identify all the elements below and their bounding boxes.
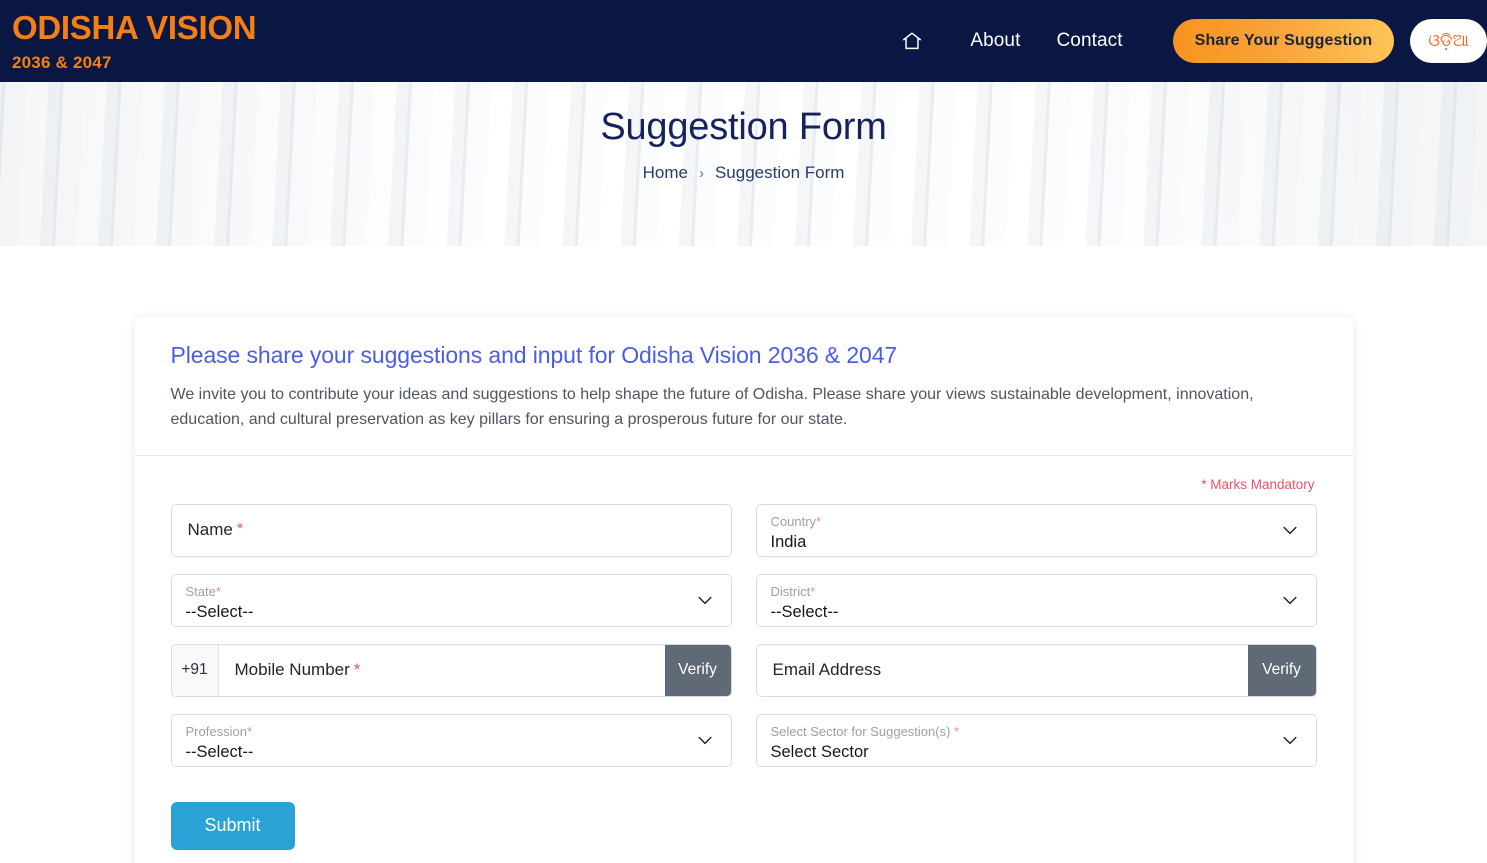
form-row-3: +91 Mobile Number * Verify Email Address… xyxy=(170,643,1317,697)
breadcrumb: Home › Suggestion Form xyxy=(0,163,1487,183)
brand-title: ODISHA VISION xyxy=(12,8,257,46)
profession-required-mark: * xyxy=(246,723,252,739)
suggestion-form: * Marks Mandatory Name * Country* India xyxy=(135,456,1353,767)
mobile-verify-button[interactable]: Verify xyxy=(664,644,731,696)
name-input[interactable]: Name * xyxy=(170,503,732,557)
email-verify-button[interactable]: Verify xyxy=(1247,644,1316,696)
nav-link-about[interactable]: About xyxy=(952,30,1038,52)
email-address-input[interactable]: Email Address xyxy=(757,645,1248,696)
district-label: District* xyxy=(770,583,816,599)
name-placeholder: Name xyxy=(187,520,233,540)
page-body: Please share your suggestions and input … xyxy=(0,246,1487,863)
language-toggle-button[interactable]: ଓଡ଼ିଆ xyxy=(1410,19,1487,63)
mobile-placeholder: Mobile Number xyxy=(234,660,350,680)
suggestion-form-card: Please share your suggestions and input … xyxy=(134,317,1353,863)
district-value: --Select-- xyxy=(770,602,839,621)
form-row-2: State* --Select-- District* --Select-- xyxy=(170,573,1317,627)
profession-select[interactable]: Profession* --Select-- xyxy=(170,713,732,767)
country-value: India xyxy=(770,532,807,551)
email-placeholder: Email Address xyxy=(772,660,882,680)
mobile-field-wrapper: +91 Mobile Number * Verify xyxy=(170,643,732,697)
hero-banner: Suggestion Form Home › Suggestion Form xyxy=(0,82,1487,246)
submit-row: Submit xyxy=(135,784,1353,863)
breadcrumb-home-link[interactable]: Home xyxy=(643,163,688,183)
state-label: State* xyxy=(185,583,221,599)
email-field-wrapper: Email Address Verify xyxy=(755,643,1317,697)
card-description: We invite you to contribute your ideas a… xyxy=(170,386,1254,429)
sector-required-mark: * xyxy=(954,723,960,739)
submit-button[interactable]: Submit xyxy=(170,801,295,850)
country-field-wrapper: Country* India xyxy=(755,503,1317,557)
sector-field-wrapper: Select Sector for Suggestion(s) * Select… xyxy=(755,713,1317,767)
country-label: Country* xyxy=(770,513,822,529)
district-select[interactable]: District* --Select-- xyxy=(755,573,1317,627)
district-required-mark: * xyxy=(810,583,816,599)
chevron-down-icon xyxy=(1280,590,1300,610)
state-field-wrapper: State* --Select-- xyxy=(170,573,732,627)
email-input-group: Email Address Verify xyxy=(755,643,1317,697)
state-value: --Select-- xyxy=(185,602,254,621)
mobile-input-group: +91 Mobile Number * Verify xyxy=(170,643,732,697)
mobile-number-input[interactable]: Mobile Number * xyxy=(219,645,665,696)
profession-value: --Select-- xyxy=(185,742,254,761)
country-code-prefix: +91 xyxy=(171,644,219,696)
card-header: Please share your suggestions and input … xyxy=(135,317,1353,455)
profession-field-wrapper: Profession* --Select-- xyxy=(170,713,732,767)
district-field-wrapper: District* --Select-- xyxy=(755,573,1317,627)
hero-content: Suggestion Form Home › Suggestion Form xyxy=(0,82,1487,183)
state-select[interactable]: State* --Select-- xyxy=(170,573,732,627)
form-row-1: Name * Country* India xyxy=(170,503,1317,557)
profession-label: Profession* xyxy=(185,723,252,739)
card-title: Please share your suggestions and input … xyxy=(170,342,898,368)
mobile-required-mark: * xyxy=(353,660,361,680)
name-field-wrapper: Name * xyxy=(170,503,732,557)
form-row-4: Profession* --Select-- Select Sector for… xyxy=(170,713,1317,767)
sector-value: Select Sector xyxy=(770,742,869,761)
country-select[interactable]: Country* India xyxy=(755,503,1317,557)
brand-logo[interactable]: ODISHA VISION 2036 & 2047 xyxy=(12,8,257,73)
main-navigation: About Contact Share Your Suggestion ଓଡ଼ି… xyxy=(892,19,1487,63)
state-required-mark: * xyxy=(215,583,221,599)
country-required-mark: * xyxy=(816,513,822,529)
nav-link-contact[interactable]: Contact xyxy=(1038,30,1140,52)
brand-subtitle: 2036 & 2047 xyxy=(12,53,112,73)
page-title: Suggestion Form xyxy=(600,106,887,148)
breadcrumb-current: Suggestion Form xyxy=(714,163,845,182)
mandatory-note: * Marks Mandatory xyxy=(1201,476,1315,492)
sector-label: Select Sector for Suggestion(s) * xyxy=(770,723,960,739)
name-required-mark: * xyxy=(236,521,244,539)
chevron-down-icon xyxy=(695,590,715,610)
share-suggestion-button[interactable]: Share Your Suggestion xyxy=(1172,19,1395,63)
chevron-down-icon xyxy=(1280,730,1300,750)
site-header: ODISHA VISION 2036 & 2047 About Contact … xyxy=(0,0,1487,82)
chevron-down-icon xyxy=(1280,520,1300,540)
chevron-down-icon xyxy=(695,730,715,750)
breadcrumb-separator-icon: › xyxy=(698,164,704,182)
sector-select[interactable]: Select Sector for Suggestion(s) * Select… xyxy=(755,713,1317,767)
home-icon[interactable] xyxy=(892,21,932,61)
